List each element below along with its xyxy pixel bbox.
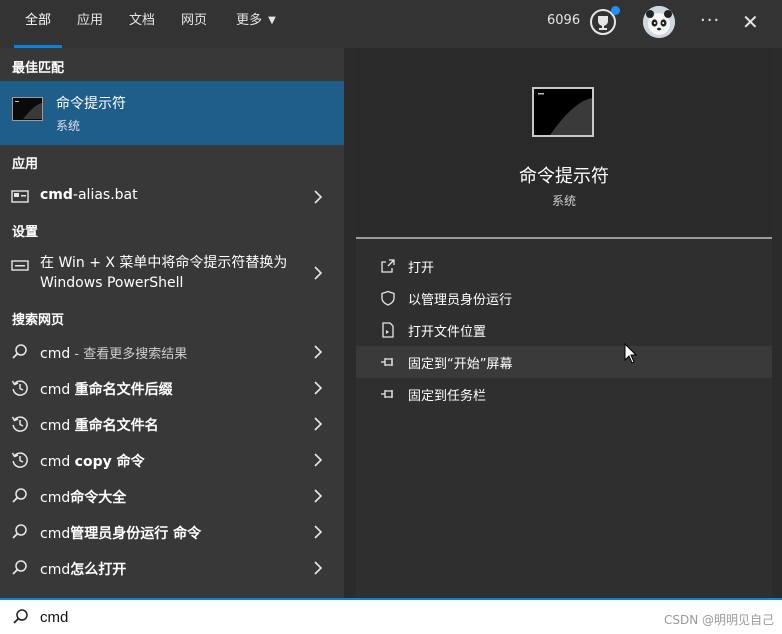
- tab-all[interactable]: 全部: [14, 0, 62, 48]
- action-open-file-location[interactable]: 打开文件位置: [356, 314, 772, 346]
- chevron-right-icon[interactable]: [313, 453, 323, 467]
- tab-all-label: 全部: [24, 13, 51, 28]
- section-settings: 设置: [12, 225, 39, 240]
- web-prefix: cmd: [40, 346, 71, 362]
- search-icon: [11, 343, 29, 361]
- history-icon: [11, 415, 29, 433]
- action-pin-to-taskbar[interactable]: 固定到任务栏: [356, 378, 772, 410]
- list-item-web[interactable]: cmd copy 命令: [0, 446, 344, 474]
- best-match-title: 命令提示符: [56, 96, 126, 112]
- history-icon: [11, 379, 29, 397]
- web-dim: - 查看更多搜索结果: [70, 347, 188, 362]
- search-input[interactable]: [40, 605, 440, 629]
- notification-dot: [611, 6, 620, 15]
- list-item-app[interactable]: cmd-alias.bat: [0, 182, 344, 212]
- chevron-right-icon[interactable]: [313, 381, 323, 395]
- web-bold: 重命名文件名: [74, 418, 159, 434]
- divider: [356, 237, 772, 239]
- list-item-web[interactable]: cmd管理员身份运行 命令: [0, 518, 344, 546]
- web-prefix: cmd: [40, 382, 75, 398]
- tab-web[interactable]: 网页: [178, 0, 210, 48]
- list-item-web[interactable]: cmd 重命名文件后缀: [0, 374, 344, 402]
- action-open-label: 打开: [408, 261, 435, 276]
- action-run-as-admin-label: 以管理员身份运行: [408, 293, 513, 308]
- search-bar: CSDN @明明见自己: [0, 598, 782, 634]
- list-item-web[interactable]: cmd - 查看更多搜索结果: [0, 338, 344, 366]
- pin-icon: [380, 354, 396, 370]
- tab-documents[interactable]: 文档: [126, 0, 158, 48]
- web-bold: 怎么打开: [70, 562, 127, 578]
- app-match-rest: -alias.bat: [72, 187, 138, 203]
- best-match-subtitle: 系统: [56, 119, 81, 133]
- web-bold: 重命名文件后缀: [74, 382, 173, 398]
- web-prefix: cmd: [40, 454, 75, 470]
- results-pane: 最佳匹配 命令提示符 系统 应用 cmd-alias.bat 设置 在 Win …: [0, 48, 344, 598]
- search-icon: [11, 559, 29, 577]
- section-apps: 应用: [12, 157, 39, 172]
- close-icon[interactable]: ✕: [742, 10, 759, 34]
- web-bold: 管理员身份运行 命令: [70, 526, 202, 542]
- action-pin-to-start-label: 固定到“开始”屏幕: [408, 357, 513, 372]
- search-icon: [12, 608, 30, 626]
- tab-apps[interactable]: 应用: [74, 0, 106, 48]
- list-item-web[interactable]: cmd命令大全: [0, 482, 344, 510]
- tab-apps-label: 应用: [76, 13, 103, 28]
- list-item-web[interactable]: cmd 重命名文件名: [0, 410, 344, 438]
- rewards-points: 6096: [547, 13, 581, 28]
- chevron-down-icon: ▼: [268, 15, 276, 26]
- preview-header: 命令提示符 系统: [356, 48, 772, 238]
- trophy-icon[interactable]: [588, 6, 620, 37]
- action-open[interactable]: 打开: [356, 250, 772, 282]
- ellipsis-icon[interactable]: ···: [700, 10, 720, 31]
- preview-title: 命令提示符: [519, 166, 609, 187]
- terminal-icon: [532, 87, 594, 137]
- search-icon: [11, 523, 29, 541]
- best-match-item[interactable]: 命令提示符 系统: [0, 81, 344, 145]
- action-run-as-admin[interactable]: 以管理员身份运行: [356, 282, 772, 314]
- chevron-right-icon[interactable]: [313, 525, 323, 539]
- web-prefix: cmd: [40, 490, 71, 506]
- panda-avatar[interactable]: [643, 6, 675, 38]
- section-web: 搜索网页: [12, 313, 65, 328]
- list-item-web[interactable]: cmd怎么打开: [0, 554, 344, 582]
- pin-icon: [380, 386, 396, 402]
- tab-web-label: 网页: [180, 13, 207, 28]
- batch-file-icon: [11, 187, 29, 205]
- section-best-match: 最佳匹配: [12, 61, 65, 76]
- setting-label: 在 Win + X 菜单中将命令提示符替换为 Windows PowerShel…: [40, 255, 288, 291]
- web-prefix: cmd: [40, 418, 75, 434]
- chevron-right-icon[interactable]: [313, 190, 323, 204]
- terminal-icon: [12, 97, 43, 121]
- action-open-file-location-label: 打开文件位置: [408, 325, 487, 340]
- web-bold: 命令大全: [70, 490, 127, 506]
- preview-subtitle: 系统: [551, 194, 576, 208]
- chevron-right-icon[interactable]: [313, 345, 323, 359]
- tab-more[interactable]: 更多 ▼: [232, 0, 280, 48]
- top-tab-bar: 全部 应用 文档 网页 更多 ▼ 6096 ··· ✕: [0, 0, 782, 48]
- preview-pane: 命令提示符 系统 打开 以管理员身份运行 打开文件位置 固定到“开始”屏幕 固定…: [356, 48, 772, 598]
- watermark: CSDN @明明见自己: [663, 613, 774, 627]
- chevron-right-icon[interactable]: [313, 266, 323, 280]
- tab-more-label: 更多: [236, 13, 263, 28]
- mouse-cursor-icon: [624, 342, 638, 365]
- list-item-setting[interactable]: 在 Win + X 菜单中将命令提示符替换为 Windows PowerShel…: [0, 250, 344, 296]
- search-icon: [11, 487, 29, 505]
- web-prefix: cmd: [40, 562, 71, 578]
- web-bold: copy 命令: [74, 454, 145, 470]
- app-match-bold: cmd: [40, 187, 73, 203]
- history-icon: [11, 451, 29, 469]
- chevron-right-icon[interactable]: [313, 489, 323, 503]
- web-prefix: cmd: [40, 526, 71, 542]
- action-pin-to-start[interactable]: 固定到“开始”屏幕: [356, 346, 772, 378]
- action-pin-to-taskbar-label: 固定到任务栏: [408, 389, 487, 404]
- chevron-right-icon[interactable]: [313, 561, 323, 575]
- chevron-right-icon[interactable]: [313, 417, 323, 431]
- open-icon: [380, 258, 396, 274]
- settings-keyboard-icon: [11, 256, 29, 274]
- shield-icon: [380, 290, 396, 306]
- file-location-icon: [380, 322, 396, 338]
- tab-documents-label: 文档: [128, 13, 155, 28]
